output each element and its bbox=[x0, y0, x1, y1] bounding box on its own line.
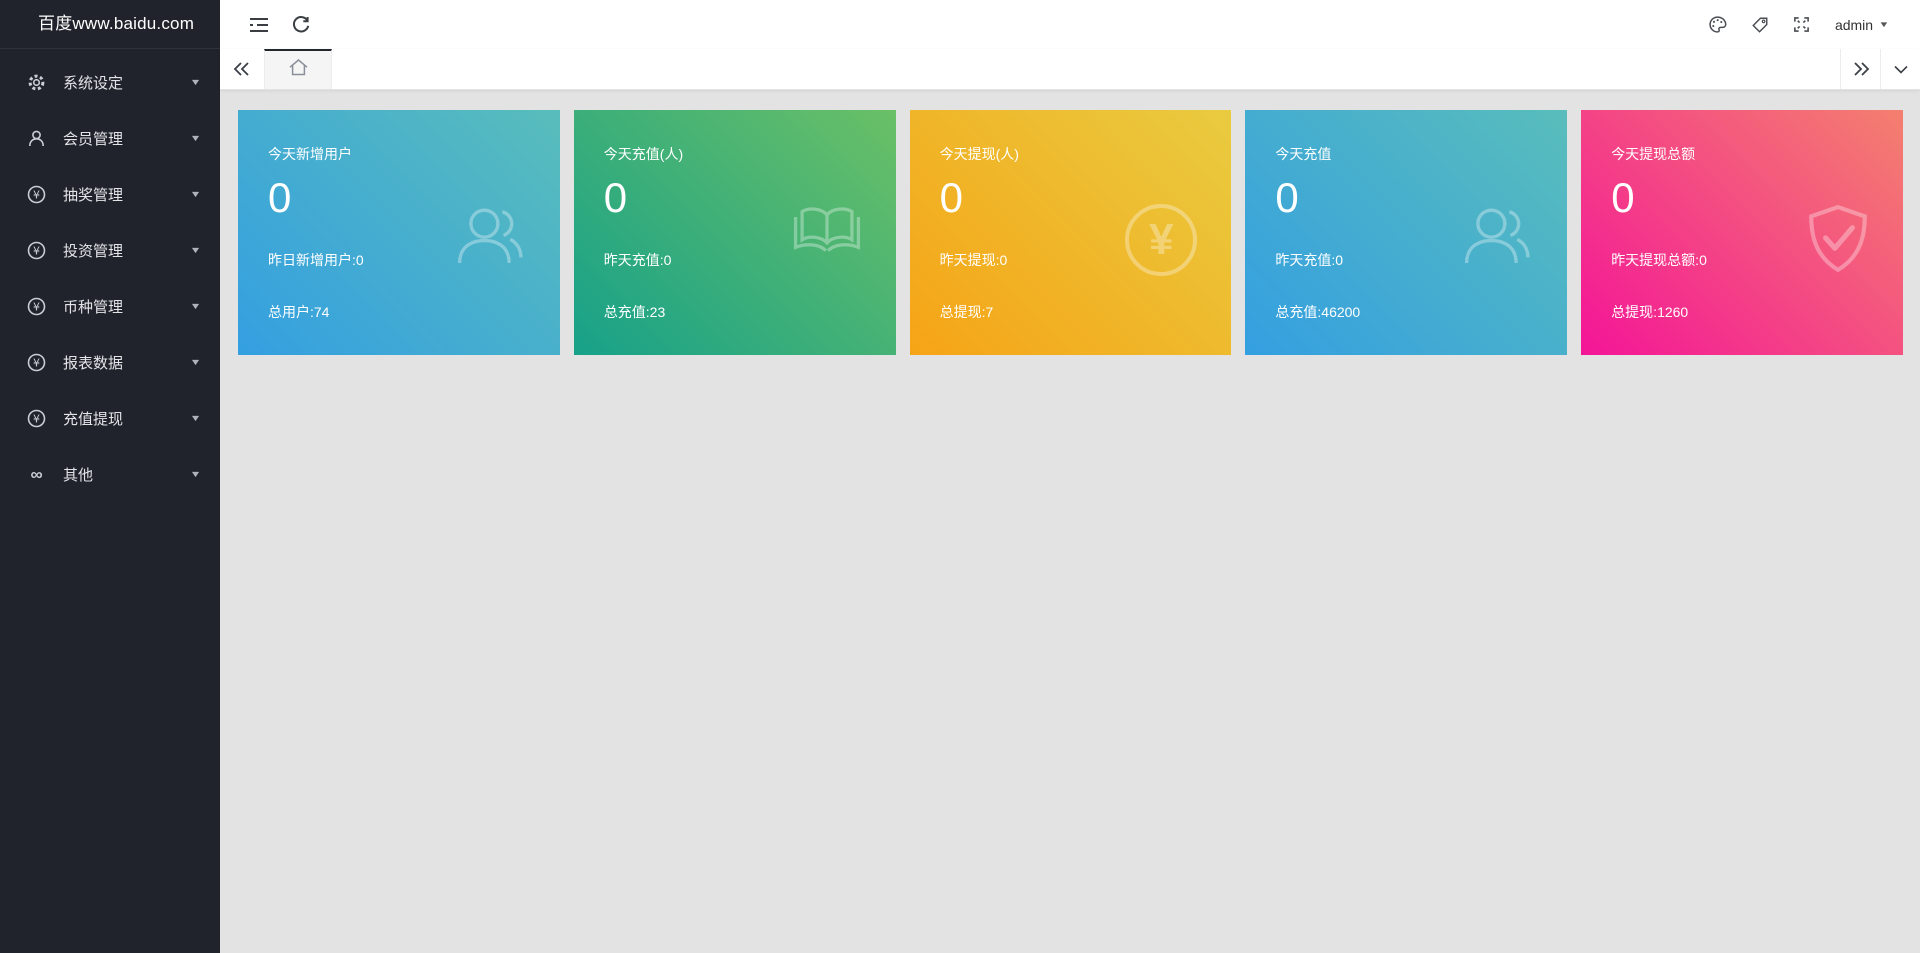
refresh-icon[interactable] bbox=[280, 0, 322, 49]
palette-icon[interactable] bbox=[1697, 0, 1739, 49]
fullscreen-icon[interactable] bbox=[1781, 0, 1823, 49]
chevron-down-icon: ▼ bbox=[190, 413, 202, 423]
yen-circle-icon: ¥ bbox=[27, 241, 46, 260]
open-book-icon bbox=[792, 204, 862, 256]
indent-menu-icon[interactable] bbox=[238, 0, 280, 49]
stat-card-withdraw-people: 今天提现(人) 0 昨天提现:0 总提现:7 ¥ bbox=[910, 110, 1232, 355]
card-subtext: 总用户:74 bbox=[268, 302, 560, 322]
sidebar-item-label: 抽奖管理 bbox=[63, 184, 191, 205]
tab-bar bbox=[220, 49, 1920, 90]
chevron-down-icon: ▼ bbox=[190, 189, 202, 199]
chevrons-right-icon[interactable] bbox=[1840, 49, 1880, 89]
users-icon bbox=[1461, 204, 1533, 268]
main-area: admin ▼ 今天新增用户 0 昨日 bbox=[220, 0, 1920, 953]
sidebar-item-members[interactable]: 会员管理 ▼ bbox=[0, 110, 220, 166]
svg-text:¥: ¥ bbox=[33, 356, 40, 369]
sidebar-item-recharge-withdraw[interactable]: ¥ 充值提现 ▼ bbox=[0, 390, 220, 446]
svg-text:¥: ¥ bbox=[33, 188, 40, 201]
sidebar-item-label: 会员管理 bbox=[63, 128, 191, 149]
chevron-down-icon: ▼ bbox=[190, 301, 202, 311]
sidebar-item-lottery[interactable]: ¥ 抽奖管理 ▼ bbox=[0, 166, 220, 222]
chevron-down-icon: ▼ bbox=[190, 77, 202, 87]
stat-card-new-users: 今天新增用户 0 昨日新增用户:0 总用户:74 bbox=[238, 110, 560, 355]
card-subtext: 总充值:46200 bbox=[1275, 302, 1567, 322]
card-title: 今天充值 bbox=[1275, 144, 1567, 164]
chevron-down-icon: ▼ bbox=[190, 469, 202, 479]
infinity-icon: ∞ bbox=[27, 465, 46, 484]
sidebar-item-system-settings[interactable]: 系统设定 ▼ bbox=[0, 54, 220, 110]
card-subtext: 总充值:23 bbox=[604, 302, 896, 322]
yen-circle-icon: ¥ bbox=[27, 185, 46, 204]
user-menu[interactable]: admin ▼ bbox=[1823, 0, 1910, 49]
chevron-down-icon: ▼ bbox=[190, 357, 202, 367]
sidebar-item-currency[interactable]: ¥ 币种管理 ▼ bbox=[0, 278, 220, 334]
stat-card-withdraw-amount: 今天提现总额 0 昨天提现总额:0 总提现:1260 bbox=[1581, 110, 1903, 355]
tabbar-right-controls bbox=[1840, 49, 1920, 89]
app-logo: 百度www.baidu.com bbox=[0, 0, 220, 49]
yen-circle-icon: ¥ bbox=[1125, 204, 1197, 276]
chevron-down-icon[interactable] bbox=[1880, 49, 1920, 89]
top-toolbar: admin ▼ bbox=[220, 0, 1920, 49]
sidebar-item-label: 充值提现 bbox=[63, 408, 191, 429]
card-title: 今天提现(人) bbox=[940, 144, 1232, 164]
sidebar-item-label: 投资管理 bbox=[63, 240, 191, 261]
yen-circle-icon: ¥ bbox=[27, 353, 46, 372]
chevron-down-icon: ▼ bbox=[1878, 20, 1889, 29]
stat-cards-row: 今天新增用户 0 昨日新增用户:0 总用户:74 今天充值(人) 0 昨天充值:… bbox=[238, 110, 1903, 355]
sidebar-item-label: 报表数据 bbox=[63, 352, 191, 373]
sidebar-item-other[interactable]: ∞ 其他 ▼ bbox=[0, 446, 220, 502]
svg-text:¥: ¥ bbox=[33, 412, 40, 425]
shield-check-icon bbox=[1807, 204, 1869, 274]
card-title: 今天提现总额 bbox=[1611, 144, 1903, 164]
tab-home[interactable] bbox=[264, 49, 332, 89]
sidebar-item-label: 币种管理 bbox=[63, 296, 191, 317]
card-title: 今天新增用户 bbox=[268, 144, 560, 164]
username-label: admin bbox=[1835, 17, 1873, 33]
content-area: 今天新增用户 0 昨日新增用户:0 总用户:74 今天充值(人) 0 昨天充值:… bbox=[220, 90, 1920, 953]
home-icon bbox=[288, 58, 309, 82]
gear-icon bbox=[27, 73, 46, 92]
stat-card-recharge-total-today: 今天充值 0 昨天充值:0 总充值:46200 bbox=[1245, 110, 1567, 355]
stat-card-recharge-people: 今天充值(人) 0 昨天充值:0 总充值:23 bbox=[574, 110, 896, 355]
sidebar-item-reports[interactable]: ¥ 报表数据 ▼ bbox=[0, 334, 220, 390]
yen-circle-icon: ¥ bbox=[27, 409, 46, 428]
sidebar-item-label: 系统设定 bbox=[63, 72, 191, 93]
user-icon bbox=[27, 129, 46, 148]
svg-text:¥: ¥ bbox=[33, 244, 40, 257]
svg-text:¥: ¥ bbox=[33, 300, 40, 313]
users-icon bbox=[454, 204, 526, 268]
sidebar-nav: 系统设定 ▼ 会员管理 ▼ ¥ 抽奖管理 ▼ ¥ 投资管理 ▼ bbox=[0, 49, 220, 502]
sidebar: 百度www.baidu.com 系统设定 ▼ 会员管理 ▼ ¥ 抽奖管理 ▼ bbox=[0, 0, 220, 953]
card-subtext: 总提现:7 bbox=[940, 302, 1232, 322]
tag-icon[interactable] bbox=[1739, 0, 1781, 49]
sidebar-item-investment[interactable]: ¥ 投资管理 ▼ bbox=[0, 222, 220, 278]
chevron-down-icon: ▼ bbox=[190, 133, 202, 143]
chevron-down-icon: ▼ bbox=[190, 245, 202, 255]
card-subtext: 总提现:1260 bbox=[1611, 302, 1903, 322]
card-title: 今天充值(人) bbox=[604, 144, 896, 164]
chevrons-left-icon[interactable] bbox=[220, 49, 264, 89]
sidebar-item-label: 其他 bbox=[63, 464, 191, 485]
yen-circle-icon: ¥ bbox=[27, 297, 46, 316]
